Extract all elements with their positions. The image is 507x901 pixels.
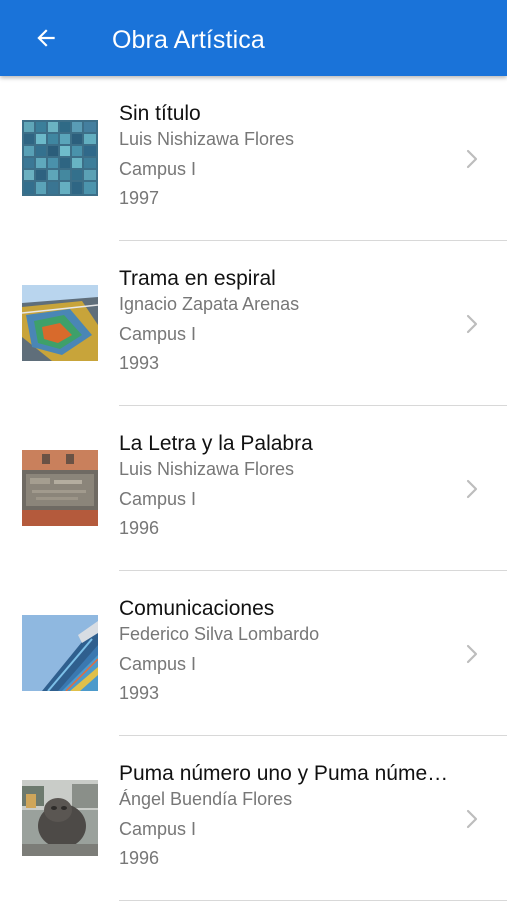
artwork-thumbnail-icon xyxy=(22,450,98,526)
list-item[interactable]: La Letra y la Palabra Luis Nishizawa Flo… xyxy=(0,406,507,571)
item-author: Luis Nishizawa Flores xyxy=(119,459,295,479)
list-item[interactable]: Comunicaciones Federico Silva Lombardo C… xyxy=(0,571,507,736)
item-author: Ignacio Zapata Arenas xyxy=(119,294,300,314)
item-campus: Campus I xyxy=(119,324,197,344)
artwork-list: Sin título Luis Nishizawa Flores Campus … xyxy=(0,76,507,901)
item-title: La Letra y la Palabra xyxy=(119,432,313,455)
back-button[interactable] xyxy=(22,16,70,60)
item-campus: Campus I xyxy=(119,489,197,509)
app-bar: Obra Artística xyxy=(0,0,507,76)
page-title: Obra Artística xyxy=(112,26,265,54)
arrow-left-icon xyxy=(33,25,59,51)
artwork-thumbnail-icon xyxy=(22,120,98,196)
artwork-thumbnail-icon xyxy=(22,780,98,856)
item-title: Trama en espiral xyxy=(119,267,276,290)
item-campus: Campus I xyxy=(119,654,197,674)
item-year: 1993 xyxy=(119,683,160,703)
item-author: Luis Nishizawa Flores xyxy=(119,129,295,149)
item-title: Sin título xyxy=(119,102,201,125)
item-title: Comunicaciones xyxy=(119,597,275,620)
item-author: Ángel Buendía Flores xyxy=(119,789,293,809)
list-item[interactable]: Puma número uno y Puma núme… Ángel Buend… xyxy=(0,736,507,901)
item-campus: Campus I xyxy=(119,819,197,839)
chevron-right-icon xyxy=(464,313,480,335)
item-title: Puma número uno y Puma núme… xyxy=(119,762,449,785)
chevron-right-icon xyxy=(464,148,480,170)
list-item[interactable]: Sin título Luis Nishizawa Flores Campus … xyxy=(0,76,507,241)
item-year: 1996 xyxy=(119,848,160,868)
artwork-thumbnail-icon xyxy=(22,285,98,361)
item-year: 1997 xyxy=(119,188,160,208)
item-campus: Campus I xyxy=(119,159,197,179)
list-item[interactable]: Trama en espiral Ignacio Zapata Arenas C… xyxy=(0,241,507,406)
chevron-right-icon xyxy=(464,643,480,665)
item-year: 1993 xyxy=(119,353,160,373)
item-year: 1996 xyxy=(119,518,160,538)
artwork-thumbnail-icon xyxy=(22,615,98,691)
chevron-right-icon xyxy=(464,478,480,500)
chevron-right-icon xyxy=(464,808,480,830)
item-author: Federico Silva Lombardo xyxy=(119,624,320,644)
